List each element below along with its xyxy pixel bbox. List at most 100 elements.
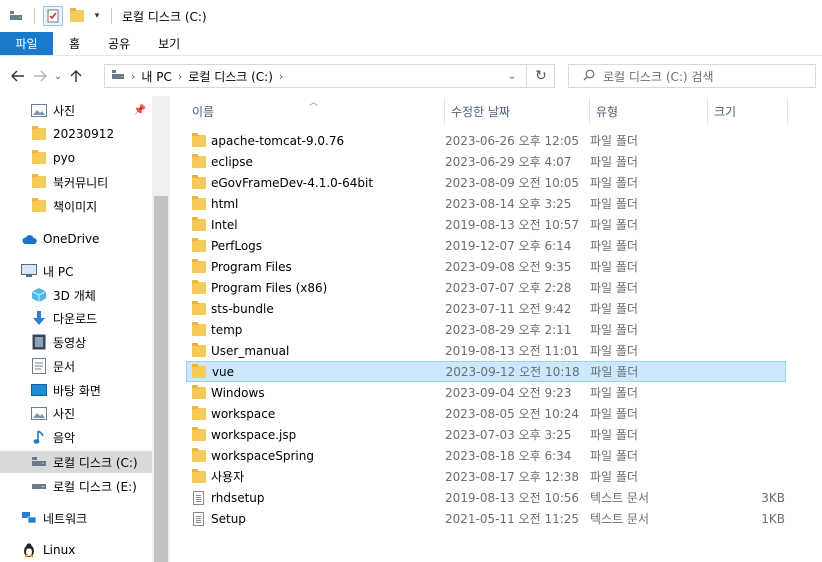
navigation-scrollbar[interactable] [152,96,170,562]
drive-icon[interactable] [6,6,26,26]
toolbar-divider [34,8,35,24]
file-date: 2019-12-07 오후 6:14 [445,239,572,253]
forward-button[interactable] [29,64,51,88]
file-row[interactable]: Program Files (x86) 2023-07-07 오후 2:28 파일 … [186,277,786,298]
file-row[interactable]: 사용자 2023-08-17 오후 12:38 파일 폴더 [186,466,786,487]
search-input[interactable]: 로컬 디스크 (C:) 검색 [568,64,816,88]
nav-item-pictures-pinned[interactable]: 사진 📌 [0,99,152,121]
linux-icon [21,542,37,558]
nav-item-book-images[interactable]: 책이미지 [0,195,152,217]
recent-locations-chevron-icon[interactable]: ⌄ [51,64,65,88]
file-row[interactable]: html 2023-08-14 오후 3:25 파일 폴더 [186,193,786,214]
tab-file[interactable]: 파일 [0,32,53,55]
nav-item-this-pc[interactable]: 내 PC [0,260,152,282]
nav-item-label: 다운로드 [53,311,98,326]
file-type: 파일 폴더 [590,344,638,358]
nav-item-desktop[interactable]: 바탕 화면 [0,379,152,401]
file-row[interactable]: eclipse 2023-06-29 오후 4:07 파일 폴더 [186,151,786,172]
file-row[interactable]: apache-tomcat-9.0.76 2023-06-26 오후 12:05 파… [186,130,786,151]
nav-item-documents[interactable]: 문서 [0,355,152,377]
nav-item-label: 문서 [53,359,76,374]
folder-icon [186,132,211,147]
file-name: Intel [211,217,238,232]
title-bar: ▾ 로컬 디스크 (C:) [0,0,822,32]
column-header-type[interactable]: 유형 [590,98,708,124]
nav-item-20230912[interactable]: 20230912 [0,123,152,145]
file-date: 2019-08-13 오전 10:56 [445,491,580,505]
file-row[interactable]: workspace 2023-08-05 오전 10:24 파일 폴더 [186,403,786,424]
nav-item-local-disk-c[interactable]: 로컬 디스크 (C:) [0,451,152,473]
file-date: 2019-08-13 오전 10:57 [445,218,580,232]
new-folder-icon[interactable] [67,6,87,26]
tab-view[interactable]: 보기 [144,32,194,55]
videos-icon [31,334,47,350]
file-row[interactable]: Program Files 2023-09-08 오전 9:35 파일 폴더 [186,256,786,277]
nav-item-label: 음악 [53,430,76,445]
pin-icon[interactable]: 📌 [134,105,146,116]
nav-item-pictures[interactable]: 사진 [0,402,152,424]
nav-item-label: 로컬 디스크 (E:) [53,479,137,494]
customize-toolbar-icon[interactable]: ▾ [91,6,103,26]
file-row[interactable]: temp 2023-08-29 오후 2:11 파일 폴더 [186,319,786,340]
address-dropdown-icon[interactable]: ⌄ [498,65,526,87]
file-row[interactable]: Windows 2023-09-04 오전 9:23 파일 폴더 [186,382,786,403]
nav-item-downloads[interactable]: 다운로드 [0,307,152,329]
file-type: 파일 폴더 [590,260,638,274]
file-type: 파일 폴더 [590,134,638,148]
file-date: 2023-07-03 오후 3:25 [445,428,572,442]
chevron-right-icon[interactable]: › [131,70,135,83]
column-header-date[interactable]: 수정한 날짜 [445,98,590,124]
nav-item-pyo[interactable]: pyo [0,147,152,169]
file-type: 파일 폴더 [590,323,638,337]
properties-icon[interactable] [43,6,63,26]
file-row[interactable]: rhdsetup 2019-08-13 오전 10:56 텍스트 문서 3KB [186,487,786,508]
nav-item-label: OneDrive [43,232,100,246]
file-row[interactable]: Setup 2021-05-11 오전 11:25 텍스트 문서 1KB [186,508,786,529]
breadcrumb-this-pc[interactable]: 내 PC [141,68,171,85]
file-row[interactable]: User_manual 2019-08-13 오전 11:01 파일 폴더 [186,340,786,361]
nav-item-label: 동영상 [53,335,87,350]
file-type: 파일 폴더 [590,155,638,169]
nav-item-music[interactable]: 음악 [0,426,152,448]
folder-icon [187,363,212,378]
file-name: html [211,196,239,211]
file-date: 2023-08-29 오후 2:11 [445,323,572,337]
file-type: 파일 폴더 [590,407,638,421]
nav-item-3d-objects[interactable]: 3D 개체 [0,284,152,306]
nav-item-linux[interactable]: Linux [0,539,152,561]
file-row[interactable]: workspaceSpring 2023-08-18 오후 6:34 파일 폴더 [186,445,786,466]
folder-icon [186,300,211,315]
file-name: temp [211,322,243,337]
up-button[interactable] [65,64,87,88]
file-row[interactable]: PerfLogs 2019-12-07 오후 6:14 파일 폴더 [186,235,786,256]
file-name: Program Files (x86) [211,280,328,295]
scrollbar-thumb[interactable] [154,196,168,562]
file-row[interactable]: workspace.jsp 2023-07-03 오후 3:25 파일 폴더 [186,424,786,445]
nav-item-videos[interactable]: 동영상 [0,331,152,353]
refresh-button[interactable]: ↻ [526,64,555,88]
folder-icon [186,237,211,252]
file-date: 2023-06-26 오후 12:05 [445,134,580,148]
file-row[interactable]: Intel 2019-08-13 오전 10:57 파일 폴더 [186,214,786,235]
chevron-right-icon[interactable]: › [279,70,283,83]
computer-icon [21,263,37,279]
breadcrumb-local-disk[interactable]: 로컬 디스크 (C:) [188,68,273,85]
address-bar[interactable]: › 내 PC › 로컬 디스크 (C:) › ⌄ [104,64,555,88]
nav-item-network[interactable]: 네트워크 [0,507,152,529]
nav-item-book-community[interactable]: 북커뮤니티 [0,171,152,193]
column-header-name[interactable]: 이름 [186,98,445,124]
back-button[interactable] [7,64,29,88]
tab-share[interactable]: 공유 [94,32,144,55]
column-header-size[interactable]: 크기 [708,98,788,124]
file-size: 1KB [761,511,785,526]
file-row[interactable]: eGovFrameDev-4.1.0-64bit 2023-08-09 오전 10… [186,172,786,193]
pictures-icon [31,102,47,118]
nav-item-local-disk-e[interactable]: 로컬 디스크 (E:) [0,475,152,497]
tab-home[interactable]: 홈 [53,32,94,55]
file-row[interactable]: sts-bundle 2023-07-11 오전 9:42 파일 폴더 [186,298,786,319]
chevron-right-icon[interactable]: › [178,70,182,83]
folder-icon [186,216,211,231]
file-row[interactable]: vue 2023-09-12 오전 10:18 파일 폴더 [186,361,786,382]
nav-item-onedrive[interactable]: OneDrive [0,228,152,250]
file-date: 2023-08-05 오전 10:24 [445,407,580,421]
